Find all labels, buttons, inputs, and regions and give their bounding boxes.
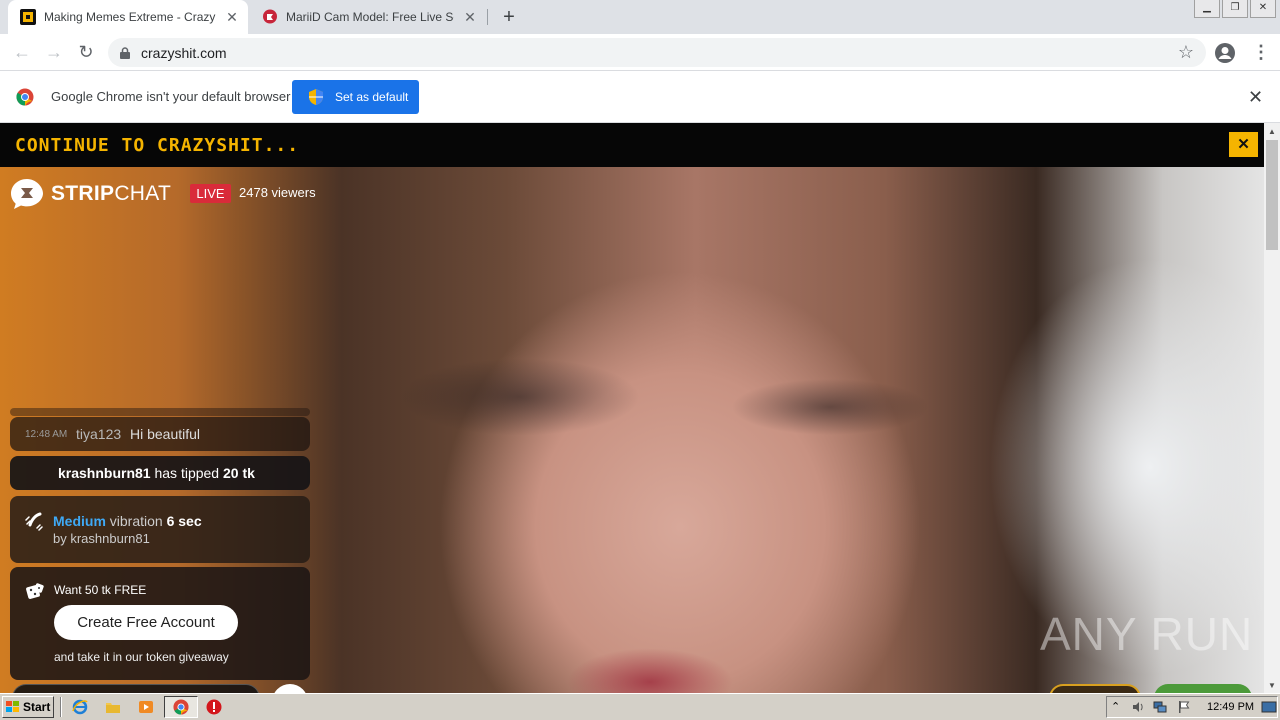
tab-crazyshit[interactable]: Making Memes Extreme - Crazy Shit ✕ [8,0,248,34]
tab-separator [487,9,488,25]
continue-banner[interactable]: CONTINUE TO CRAZYSHIT... ✕ [0,123,1264,167]
stop-sign-icon[interactable] [206,699,222,715]
network-icon[interactable] [1153,700,1167,714]
anyrun-watermark: ANY RUN [1040,608,1254,660]
stripchat-favicon-icon [262,9,278,25]
scroll-thumb[interactable] [1266,140,1278,250]
forward-icon[interactable]: → [42,40,66,64]
show-desktop-icon[interactable] [1261,700,1277,714]
chat-username[interactable]: tiya123 [76,426,121,442]
taskbar-clock[interactable]: 12:49 PM [1207,701,1254,713]
giveaway-offer: Want 50 tk FREE [54,583,147,597]
brand-name: STRIPCHAT [51,182,172,205]
vibration-by: by krashnburn81 [53,531,150,546]
tab-close-icon[interactable]: ✕ [462,9,478,25]
infobar-close-icon[interactable]: ✕ [1248,87,1263,108]
vibration-word: vibration [109,513,163,529]
stripchat-logo-icon [10,178,44,210]
tray-expand-icon[interactable]: ⌃ [1111,700,1125,714]
explorer-folder-icon[interactable] [105,699,121,715]
page-scrollbar[interactable]: ▲ ▼ [1264,123,1280,693]
set-as-default-button[interactable]: Set as default [292,80,419,114]
token-giveaway-card: Want 50 tk FREE Create Free Account and … [10,567,310,680]
browser-toolbar: ← → ↻ crazyshit.com ☆ ⋮ [0,34,1280,71]
action-center-flag-icon[interactable] [1177,700,1191,714]
giveaway-footer: and take it in our token giveaway [54,650,229,664]
start-label: Start [23,700,51,714]
tip-button[interactable] [1049,684,1141,693]
restore-button[interactable]: ❐ [1222,0,1248,18]
taskbar-separator [60,697,62,717]
windows-taskbar: Start ⌃ 12:49 PM [0,693,1280,720]
infobar-message: Google Chrome isn't your default browser [51,89,291,104]
tab-strip: Making Memes Extreme - Crazy Shit ✕ Mari… [0,0,1280,34]
windows-flag-icon [6,701,20,713]
tab-title: Making Memes Extreme - Crazy Shit [44,10,216,24]
set-as-default-label: Set as default [335,90,409,104]
start-button[interactable]: Start [2,696,54,718]
viewer-count: 2478 viewers [239,185,316,200]
stripchat-brand: STRIPCHAT [10,178,171,210]
chrome-taskbar-button[interactable] [164,696,198,718]
chat-input[interactable] [12,684,260,693]
dice-icon [26,583,44,601]
media-player-icon[interactable] [138,699,154,715]
close-window-button[interactable]: ✕ [1250,0,1276,18]
profile-avatar-icon[interactable] [1214,42,1236,64]
tip-line: krashnburn81 has tipped 20 tk [58,465,255,481]
scroll-up-arrow-icon[interactable]: ▲ [1268,127,1276,136]
tab-stripchat[interactable]: MariiD Cam Model: Free Live Sex Sho ✕ [250,0,486,34]
chat-time: 12:48 AM [25,429,68,440]
system-tray: ⌃ 12:49 PM [1106,696,1278,718]
chat-message: 12:48 AM tiya123 Hi beautiful [10,417,310,451]
chrome-menu-icon[interactable]: ⋮ [1252,41,1270,65]
internet-explorer-icon[interactable] [72,699,88,715]
join-button[interactable] [1154,684,1252,693]
vibration-message: Medium vibration 6 sec by krashnburn81 [10,496,310,563]
lock-icon [120,46,130,59]
new-tab-button[interactable]: + [498,6,520,28]
tip-message: krashnburn81 has tipped 20 tk [10,456,310,490]
tab-close-icon[interactable]: ✕ [224,9,240,25]
address-bar[interactable]: crazyshit.com ☆ [108,38,1206,67]
chrome-taskbar-icon [173,699,189,715]
create-free-account-button[interactable]: Create Free Account [54,605,238,640]
vibration-duration: 6 sec [166,513,202,529]
chat-text: Hi beautiful [130,426,201,442]
chat-fade [10,408,310,416]
reload-icon[interactable]: ↻ [74,40,98,64]
tip-username[interactable]: krashnburn81 [58,465,151,481]
banner-text[interactable]: CONTINUE TO CRAZYSHIT... [15,135,299,156]
bookmark-star-icon[interactable]: ☆ [1178,42,1194,63]
default-browser-infobar: Google Chrome isn't your default browser… [0,71,1280,123]
vibration-line: Medium vibration 6 sec [53,513,202,529]
chrome-logo-icon [16,88,34,106]
page-content: CONTINUE TO CRAZYSHIT... ✕ STRIPCHAT LIV… [0,123,1264,693]
uac-shield-icon [309,89,323,105]
vibration-icon [24,511,44,531]
window-controls: ▁ ❐ ✕ [1192,0,1276,18]
tip-amount: 20 tk [222,465,255,481]
screen: Making Memes Extreme - Crazy Shit ✕ Mari… [0,0,1280,720]
back-icon[interactable]: ← [10,40,34,64]
banner-close-button[interactable]: ✕ [1229,132,1258,157]
tip-action: has tipped [154,465,220,481]
vibration-level: Medium [53,513,106,529]
crazyshit-favicon-icon [20,9,36,25]
volume-icon[interactable] [1131,700,1145,714]
tab-title: MariiD Cam Model: Free Live Sex Sho [286,10,454,24]
url-text: crazyshit.com [141,45,227,61]
minimize-button[interactable]: ▁ [1194,0,1220,18]
scroll-down-arrow-icon[interactable]: ▼ [1268,681,1276,690]
live-badge: LIVE [190,184,231,203]
